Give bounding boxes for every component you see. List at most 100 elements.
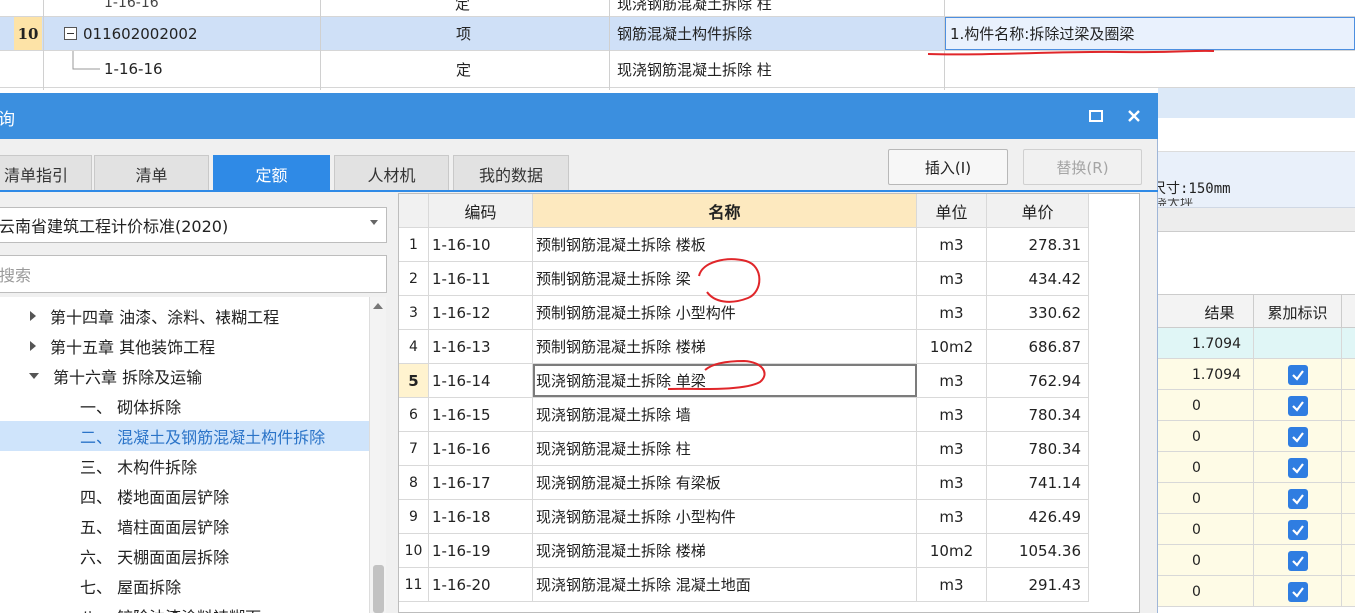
accumulate-cell[interactable] xyxy=(1254,452,1342,483)
accumulate-cell[interactable] xyxy=(1254,421,1342,452)
tab-list[interactable]: 清单 xyxy=(94,155,209,191)
row-number: 7 xyxy=(399,432,429,465)
standard-select[interactable]: 云南省建筑工程计价标准(2020) xyxy=(0,207,387,243)
result-row: 0 xyxy=(1158,421,1355,452)
header-name[interactable]: 名称 xyxy=(533,194,917,227)
header-code[interactable]: 编码 xyxy=(429,194,533,227)
result-row: 1.7094 xyxy=(1158,359,1355,390)
price-cell: 426.49 xyxy=(987,500,1089,533)
result-value: 1.7094 xyxy=(1186,328,1254,359)
unit-cell: m3 xyxy=(917,568,987,601)
name-cell: 预制钢筋混凝土拆除 梁 xyxy=(533,262,917,295)
tab-quota[interactable]: 定额 xyxy=(213,155,330,191)
checkbox-checked-icon[interactable] xyxy=(1287,488,1308,509)
expand-icon[interactable] xyxy=(30,311,36,321)
feature-cell[interactable]: 1.构件名称:拆除过梁及圈梁 xyxy=(945,17,1355,50)
tab-labor-material-machine[interactable]: 人材机 xyxy=(334,155,449,191)
checkbox-checked-icon[interactable] xyxy=(1287,364,1308,385)
checkbox-checked-icon[interactable] xyxy=(1287,550,1308,571)
unit-cell: m3 xyxy=(917,262,987,295)
row-code[interactable]: 011602002002 xyxy=(64,17,314,50)
insert-button[interactable]: 插入(I) xyxy=(888,149,1008,185)
cut-code: 1-16-16 xyxy=(104,0,159,11)
sub-name: 现浇钢筋混凝土拆除 柱 xyxy=(617,60,772,79)
table-row[interactable]: 8 1-16-17 现浇钢筋混凝土拆除 有梁板 m3 741.14 xyxy=(399,466,1089,500)
quota-grid: 编码 名称 单位 单价 1 1-16-10 预制钢筋混凝土拆除 楼板 m3 278.31… xyxy=(398,193,1140,613)
checkbox-checked-icon[interactable] xyxy=(1287,426,1308,447)
header-price[interactable]: 单价 xyxy=(987,194,1089,227)
background-right-panel: 尺寸:150mm 浇大坪 结果 累加标识 1.7094 1.7094 0 0 0 0 0 0 0 xyxy=(1152,88,1355,613)
tab-my-data[interactable]: 我的数据 xyxy=(453,155,569,191)
sheet-row-cut: 1-16-16 定 现浇钢筋混凝土拆除 柱 xyxy=(0,0,1355,17)
price-cell: 434.42 xyxy=(987,262,1089,295)
scroll-up-icon[interactable] xyxy=(373,303,383,309)
table-row[interactable]: 10 1-16-19 现浇钢筋混凝土拆除 楼梯 10m2 1054.36 xyxy=(399,534,1089,568)
unit-cell: m3 xyxy=(917,432,987,465)
tree-scrollbar[interactable] xyxy=(369,297,386,613)
table-row[interactable]: 5 1-16-14 现浇钢筋混凝土拆除 单梁 m3 762.94 xyxy=(399,364,1089,398)
replace-button[interactable]: 替换(R) xyxy=(1023,149,1142,185)
tab-list-guide[interactable]: 清单指引 xyxy=(0,155,92,191)
accumulate-cell[interactable] xyxy=(1254,514,1342,545)
side-text-cut: 浇大坪 xyxy=(1154,198,1194,206)
name-cell: 现浇钢筋混凝土拆除 小型构件 xyxy=(533,500,917,533)
accumulate-cell[interactable] xyxy=(1254,483,1342,514)
table-row[interactable]: 11 1-16-20 现浇钢筋混凝土拆除 混凝土地面 m3 291.43 xyxy=(399,568,1089,602)
checkbox-checked-icon[interactable] xyxy=(1287,519,1308,540)
tree-item-wall[interactable]: 五、 墙柱面面层铲除 xyxy=(80,511,229,541)
table-row[interactable]: 9 1-16-18 现浇钢筋混凝土拆除 小型构件 m3 426.49 xyxy=(399,500,1089,534)
dialog-title: 询 xyxy=(0,110,15,130)
accumulate-cell[interactable] xyxy=(1254,576,1342,607)
table-row[interactable]: 6 1-16-15 现浇钢筋混凝土拆除 墙 m3 780.34 xyxy=(399,398,1089,432)
price-cell: 291.43 xyxy=(987,568,1089,601)
standard-select-value: 云南省建筑工程计价标准(2020) xyxy=(0,217,229,236)
accumulate-cell[interactable] xyxy=(1254,545,1342,576)
tree-item-ceiling[interactable]: 六、 天棚面面层拆除 xyxy=(80,541,229,571)
table-row[interactable]: 2 1-16-11 预制钢筋混凝土拆除 梁 m3 434.42 xyxy=(399,262,1089,296)
price-cell: 780.34 xyxy=(987,398,1089,431)
header-unit[interactable]: 单位 xyxy=(917,194,987,227)
price-cell: 780.34 xyxy=(987,432,1089,465)
result-header: 结果 xyxy=(1186,295,1254,329)
tree-item-chapter-14[interactable]: 第十四章 油漆、涂料、裱糊工程 xyxy=(30,301,279,331)
accumulate-cell[interactable] xyxy=(1254,390,1342,421)
dialog-titlebar[interactable]: 询 xyxy=(0,93,1158,139)
expand-icon[interactable] xyxy=(30,341,36,351)
accumulate-cell[interactable] xyxy=(1254,359,1342,390)
result-row: 0 xyxy=(1158,545,1355,576)
checkbox-checked-icon[interactable] xyxy=(1287,457,1308,478)
grid-header-row: 编码 名称 单位 单价 xyxy=(399,194,1089,228)
tree-item-wood[interactable]: 三、 木构件拆除 xyxy=(80,451,197,481)
sheet-row-sub[interactable]: 1-16-16 定 现浇钢筋混凝土拆除 柱 xyxy=(0,51,1355,88)
checkbox-checked-icon[interactable] xyxy=(1287,581,1308,602)
collapse-icon[interactable] xyxy=(64,27,77,40)
table-row[interactable]: 7 1-16-16 现浇钢筋混凝土拆除 柱 m3 780.34 xyxy=(399,432,1089,466)
sheet-row-10[interactable]: 10 011602002002 项 钢筋混凝土构件拆除 1.构件名称:拆除过梁及… xyxy=(0,17,1355,51)
table-row[interactable]: 3 1-16-12 预制钢筋混凝土拆除 小型构件 m3 330.62 xyxy=(399,296,1089,330)
row-number: 3 xyxy=(399,296,429,329)
name-cell: 现浇钢筋混凝土拆除 混凝土地面 xyxy=(533,568,917,601)
tree-item-chapter-15[interactable]: 第十五章 其他装饰工程 xyxy=(30,331,215,361)
tree-item-masonry[interactable]: 一、 砌体拆除 xyxy=(80,391,181,421)
chapter-tree: 第十四章 油漆、涂料、裱糊工程 第十五章 其他装饰工程 第十六章 拆除及运输 一… xyxy=(0,297,370,613)
search-input[interactable]: 搜索 xyxy=(0,255,387,293)
code-cell: 1-16-14 xyxy=(429,364,533,397)
maximize-icon[interactable] xyxy=(1083,103,1109,129)
accumulate-cell[interactable] xyxy=(1254,328,1342,359)
code-cell: 1-16-10 xyxy=(429,228,533,261)
unit-cell: m3 xyxy=(917,466,987,499)
table-row[interactable]: 4 1-16-13 预制钢筋混凝土拆除 楼梯 10m2 686.87 xyxy=(399,330,1089,364)
table-row[interactable]: 1 1-16-10 预制钢筋混凝土拆除 楼板 m3 278.31 xyxy=(399,228,1089,262)
tree-item-chapter-16[interactable]: 第十六章 拆除及运输 xyxy=(29,361,202,391)
tree-item-roof[interactable]: 七、 屋面拆除 xyxy=(80,571,181,601)
tree-item-floor[interactable]: 四、 楼地面面层铲除 xyxy=(80,481,229,511)
price-cell: 330.62 xyxy=(987,296,1089,329)
tree-item-paint[interactable]: 八、 铲除油漆涂料裱糊面 xyxy=(80,601,261,613)
tree-item-concrete[interactable]: 二、 混凝土及钢筋混凝土构件拆除 xyxy=(0,421,370,451)
row-code-text: 011602002002 xyxy=(83,24,198,43)
close-icon[interactable] xyxy=(1121,103,1147,129)
result-value: 0 xyxy=(1186,452,1254,483)
checkbox-checked-icon[interactable] xyxy=(1287,395,1308,416)
collapse-icon[interactable] xyxy=(29,373,39,379)
scroll-thumb[interactable] xyxy=(373,565,384,613)
